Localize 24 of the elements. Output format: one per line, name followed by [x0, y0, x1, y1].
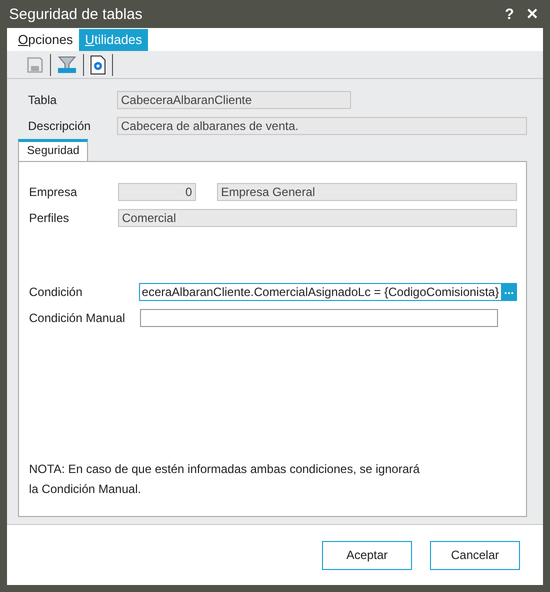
- document-gear-icon[interactable]: [90, 54, 106, 74]
- code-field[interactable]: 0: [118, 183, 196, 201]
- cancel-button[interactable]: Cancelar: [430, 540, 520, 570]
- input-field[interactable]: [140, 309, 498, 327]
- note-text: NOTA: En caso de que estén informadas ambas condiciones, se ignorará: [29, 462, 421, 476]
- field-label: Condición Manual: [28, 311, 126, 325]
- window-title: Seguridad de tablas: [8, 6, 144, 22]
- accept-button[interactable]: Aceptar: [322, 540, 412, 570]
- tab[interactable]: Seguridad: [18, 139, 88, 161]
- field-label: Descripción: [27, 119, 92, 133]
- text-field[interactable]: Comercial: [118, 209, 517, 227]
- field-label: Empresa: [28, 185, 78, 199]
- condition-field[interactable]: eceraAlbaranCliente.ComercialAsignadoLc = {CodigoComisionista}: [138, 283, 501, 301]
- text-field[interactable]: Cabecera de albaranes de venta.: [117, 117, 527, 135]
- note-text: la Condición Manual.: [29, 482, 142, 496]
- field-label: Condición: [28, 285, 84, 299]
- field-label: Tabla: [27, 93, 58, 107]
- field-label: Perfiles: [28, 211, 70, 225]
- text-field[interactable]: CabeceraAlbaranCliente: [117, 91, 351, 109]
- filter-icon[interactable]: [57, 56, 77, 74]
- text-field[interactable]: Empresa General: [217, 183, 517, 201]
- close-button[interactable]: ✕: [526, 5, 539, 23]
- ribbon-tab[interactable]: Opciones: [12, 29, 79, 51]
- help-button[interactable]: ?: [504, 6, 514, 22]
